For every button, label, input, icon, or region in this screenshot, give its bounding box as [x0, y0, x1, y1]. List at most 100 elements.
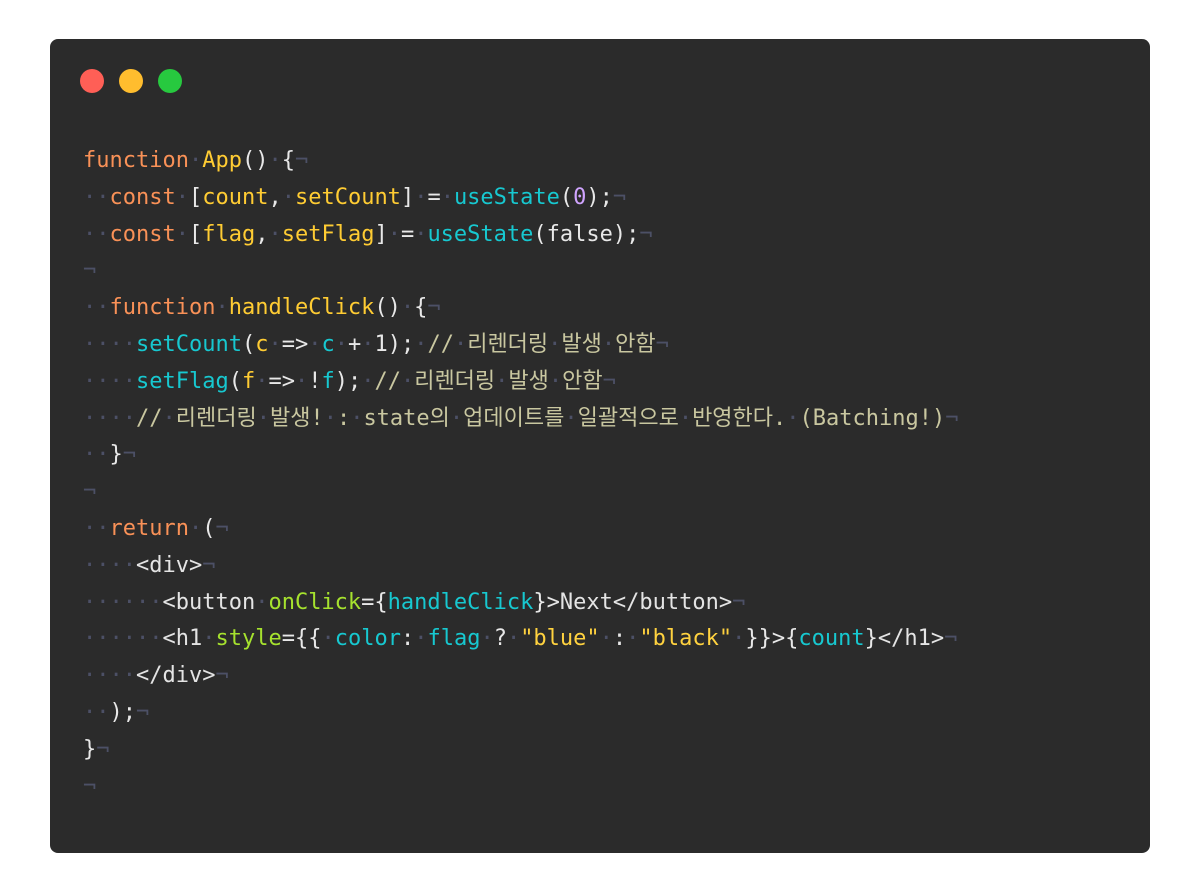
code-token: 안함	[562, 368, 603, 394]
code-token: :	[612, 626, 627, 652]
whitespace-marker: ·	[626, 626, 640, 652]
whitespace-marker: ·	[601, 331, 616, 357]
whitespace-marker: ¬	[294, 148, 309, 173]
code-token: =>	[281, 331, 309, 357]
code-line: }¬	[83, 732, 958, 769]
code-token: ()	[241, 148, 269, 173]
code-token: c	[321, 331, 335, 357]
whitespace-marker: ·	[786, 405, 800, 431]
whitespace-marker: ·	[308, 331, 322, 357]
whitespace-marker: ··	[83, 515, 110, 541]
code-token: color	[334, 626, 401, 652]
whitespace-marker: ·	[414, 184, 428, 210]
code-line: ··);¬	[83, 695, 958, 732]
whitespace-marker: ··	[83, 699, 110, 725]
code-token: }	[109, 442, 123, 468]
whitespace-marker: ····	[83, 552, 136, 578]
whitespace-marker: ·	[268, 148, 282, 173]
whitespace-marker: ·	[321, 626, 335, 652]
code-token: );	[586, 184, 613, 210]
code-token: 발생!	[269, 405, 324, 431]
code-token: (Batching!)	[799, 405, 946, 431]
code-token: //	[427, 331, 454, 357]
whitespace-marker: ·	[175, 221, 189, 247]
whitespace-marker: ·	[361, 331, 375, 357]
code-token: }	[864, 626, 878, 652]
whitespace-marker: ·	[268, 331, 282, 357]
code-token: state의	[363, 405, 450, 431]
code-line: ····<div>¬	[83, 548, 958, 585]
code-token: f	[241, 368, 256, 394]
code-token: 리렌더링	[175, 405, 257, 431]
code-token: (	[228, 368, 242, 394]
code-line: ··return·(¬	[83, 511, 958, 548]
code-token: 안함	[615, 331, 656, 357]
whitespace-marker: ·	[414, 221, 428, 247]
code-token: ()	[374, 295, 401, 321]
whitespace-marker: ····	[83, 405, 136, 431]
code-token: 업데이트를	[463, 405, 565, 431]
whitespace-marker: ·	[175, 184, 189, 210]
whitespace-marker: ·	[361, 368, 375, 394]
code-token: (	[241, 331, 256, 357]
code-token: useState	[453, 184, 560, 210]
code-token: {	[281, 148, 295, 173]
code-line: ¬	[83, 253, 958, 290]
whitespace-marker: ·	[480, 626, 494, 652]
whitespace-marker: ¬	[427, 295, 441, 321]
whitespace-marker: ·	[400, 295, 415, 321]
code-token: <h1	[162, 626, 203, 652]
whitespace-marker: ·	[414, 626, 428, 652]
whitespace-marker: ··	[83, 184, 110, 210]
code-token: (	[202, 515, 216, 541]
whitespace-marker: ¬	[83, 773, 97, 799]
whitespace-marker: ·	[449, 405, 464, 431]
code-line: ··}¬	[83, 437, 958, 474]
minimize-dot-icon[interactable]	[119, 69, 143, 93]
whitespace-marker: ·	[215, 295, 229, 321]
whitespace-marker: ¬	[944, 626, 958, 652]
code-token: (	[559, 184, 574, 210]
whitespace-marker: ·	[268, 221, 282, 247]
code-token: =	[427, 184, 441, 210]
whitespace-marker: ·	[548, 331, 562, 357]
code-token: c	[255, 331, 269, 357]
code-token: const	[109, 221, 176, 247]
whitespace-marker: ¬	[122, 442, 136, 468]
whitespace-marker: ·	[202, 626, 216, 652]
zoom-dot-icon[interactable]	[158, 69, 182, 93]
code-line: ¬	[83, 474, 958, 511]
code-token: ]	[400, 184, 415, 210]
code-token: ={{	[281, 626, 322, 652]
whitespace-marker: ····	[83, 331, 136, 357]
code-token: 일괄적으로	[577, 405, 679, 431]
code-token: ,	[255, 221, 269, 247]
code-token: ={	[361, 589, 388, 615]
whitespace-marker: ·	[599, 626, 613, 652]
window-controls	[80, 69, 182, 93]
whitespace-marker: ¬	[83, 258, 97, 284]
code-token: +	[347, 331, 362, 357]
code-token: count	[798, 626, 865, 652]
code-token: [	[188, 221, 203, 247]
code-line: ······<h1·style={{·color:·flag·?·"blue"·…	[83, 621, 958, 658]
whitespace-marker: ··	[83, 295, 110, 321]
whitespace-marker: ·	[350, 405, 364, 431]
code-token: onClick	[268, 589, 362, 615]
code-line: ····setCount(c·=>·c·+·1);·//·리렌더링·발생·안함¬	[83, 327, 958, 364]
code-line: ····setFlag(f·=>·!f);·//·리렌더링·발생·안함¬	[83, 364, 958, 401]
code-token: <button	[162, 589, 256, 615]
whitespace-marker: ·	[495, 368, 509, 394]
code-token: count	[202, 184, 269, 210]
code-token: ]	[374, 221, 388, 247]
whitespace-marker: ¬	[215, 663, 229, 689]
code-window: function·App()·{¬ ··const·[count,·setCoun…	[50, 39, 1150, 853]
whitespace-marker: ·	[506, 626, 521, 652]
code-token: 반영한다.	[692, 405, 787, 431]
code-token: );	[334, 368, 362, 394]
whitespace-marker: ·	[323, 405, 337, 431]
close-dot-icon[interactable]	[80, 69, 104, 93]
code-token: }>	[533, 589, 560, 615]
code-token: handleClick	[228, 295, 375, 321]
code-token: }	[83, 736, 97, 762]
